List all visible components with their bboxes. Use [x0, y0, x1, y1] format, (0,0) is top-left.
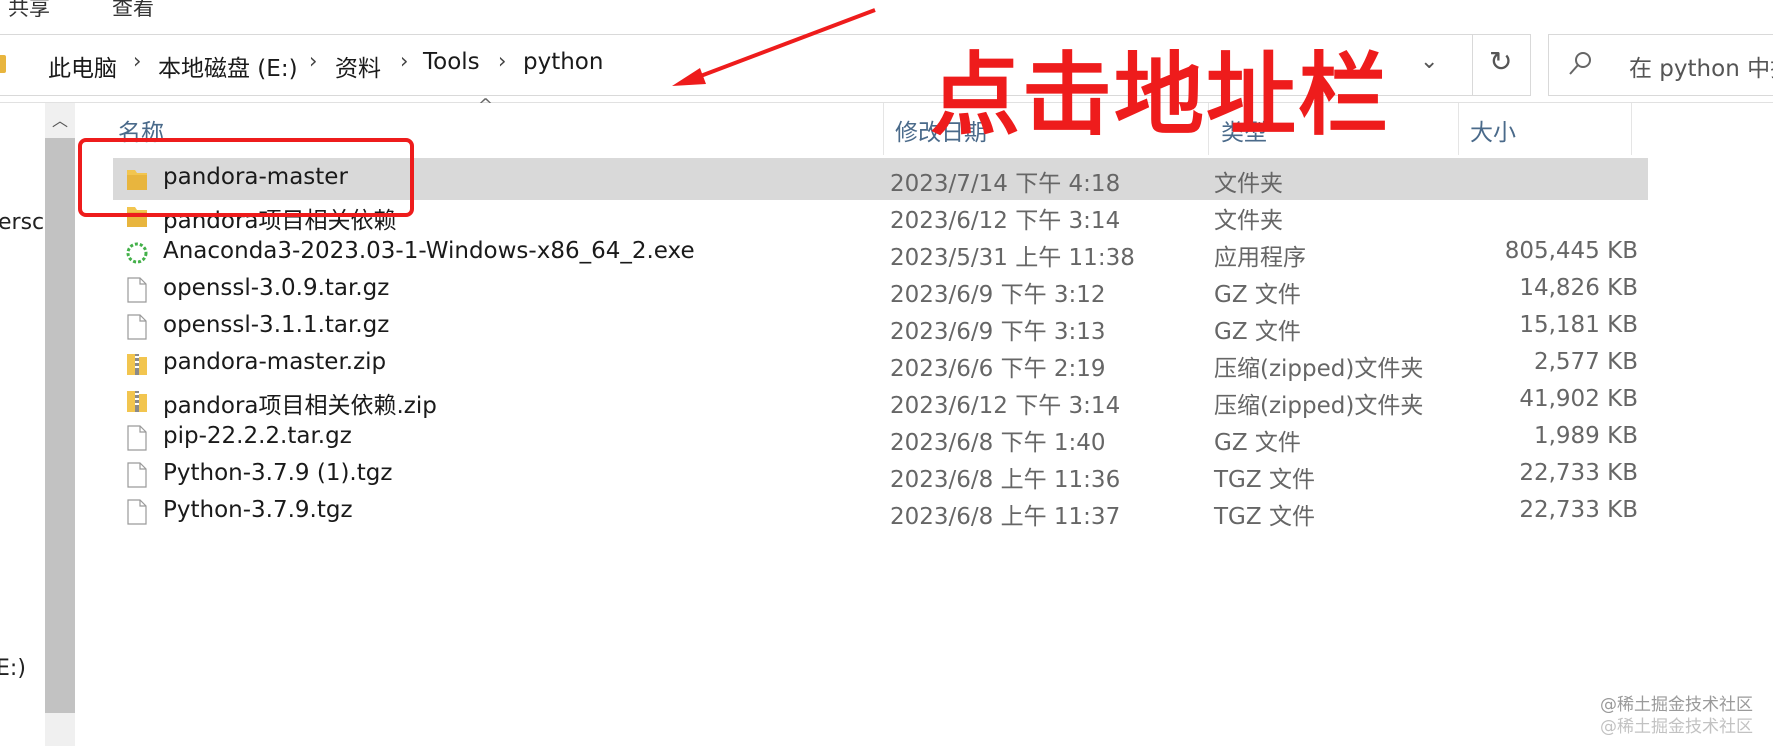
file-type: GZ 文件: [1214, 282, 1301, 308]
nav-scrollbar-thumb[interactable]: [45, 138, 75, 713]
file-name: Anaconda3-2023.03-1-Windows-x86_64_2.exe: [163, 238, 695, 264]
file-row[interactable]: Python-3.7.9.tgz 2023/6/8 上午 11:37 TGZ 文件 2…: [113, 491, 1648, 533]
breadcrumb-tools[interactable]: Tools: [423, 49, 480, 75]
file-type: GZ 文件: [1214, 319, 1301, 345]
file-row[interactable]: pandora-master.zip 2023/6/6 下午 2:19 压缩(zip…: [113, 343, 1648, 385]
file-type: 文件夹: [1214, 171, 1283, 197]
file-modified-date: 2023/6/9 下午 3:13: [890, 319, 1106, 345]
file-row[interactable]: pip-22.2.2.tar.gz 2023/6/8 下午 1:40 GZ 文件 1,…: [113, 417, 1648, 459]
refresh-button[interactable]: ↻: [1473, 34, 1531, 96]
file-modified-date: 2023/6/6 下午 2:19: [890, 356, 1106, 382]
watermark-line: @稀土掘金技术社区: [1600, 717, 1753, 737]
file-modified-date: 2023/6/9 下午 3:12: [890, 282, 1106, 308]
file-modified-date: 2023/6/12 下午 3:14: [890, 208, 1121, 234]
file-modified-date: 2023/6/8 上午 11:37: [890, 504, 1121, 530]
breadcrumb-chevron-icon[interactable]: ›: [309, 49, 317, 73]
address-history-chevron-down-icon[interactable]: ⌄: [1420, 49, 1438, 74]
address-row: 此电脑 › 本地磁盘 (E:) › 资料 › Tools › python ⌄ …: [0, 26, 1773, 103]
column-divider[interactable]: [1458, 103, 1459, 155]
file-size: 2,577 KB: [1533, 349, 1638, 375]
file-type: 应用程序: [1214, 245, 1306, 271]
breadcrumb-chevron-icon[interactable]: ›: [133, 49, 141, 73]
scroll-up-icon[interactable]: ︿: [52, 107, 68, 131]
file-icon: [125, 499, 149, 525]
file-name: openssl-3.1.1.tar.gz: [163, 312, 390, 338]
file-icon: [125, 277, 149, 303]
file-size: 14,826 KB: [1519, 275, 1638, 301]
file-size: 22,733 KB: [1519, 460, 1638, 486]
search-placeholder: 在 python 中搜索: [1629, 56, 1773, 82]
file-name: pip-22.2.2.tar.gz: [163, 423, 352, 449]
file-name: pandora-master.zip: [163, 349, 387, 375]
file-name: pandora项目相关依赖.zip: [163, 393, 437, 419]
annotation-text: 点击地址栏: [930, 43, 1390, 148]
column-divider[interactable]: [1631, 103, 1632, 155]
breadcrumb-ziliao[interactable]: 资料: [335, 49, 381, 83]
file-size: 15,181 KB: [1519, 312, 1638, 338]
annotation-highlight-box: [78, 138, 414, 217]
file-modified-date: 2023/6/8 上午 11:36: [890, 467, 1121, 493]
navigation-pane: ersc E:): [0, 103, 45, 746]
search-field[interactable]: 在 python 中搜索: [1548, 34, 1773, 96]
breadcrumb-local-disk[interactable]: 本地磁盘 (E:): [158, 49, 298, 83]
watermark: @稀土掘金技术社区 @稀土掘金技术社区: [1600, 694, 1753, 738]
file-size: 41,902 KB: [1519, 386, 1638, 412]
breadcrumb-this-pc[interactable]: 此电脑: [48, 49, 117, 83]
file-type: 压缩(zipped)文件夹: [1214, 393, 1424, 419]
zip-folder-icon: [125, 388, 149, 414]
file-modified-date: 2023/6/8 下午 1:40: [890, 430, 1106, 456]
nav-item-fragment[interactable]: ersc: [0, 210, 44, 235]
file-name: Python-3.7.9.tgz: [163, 497, 353, 523]
file-modified-date: 2023/5/31 上午 11:38: [890, 245, 1135, 271]
file-row[interactable]: openssl-3.0.9.tar.gz 2023/6/9 下午 3:12 GZ 文…: [113, 269, 1648, 311]
file-size: 805,445 KB: [1504, 238, 1638, 264]
file-size: 22,733 KB: [1519, 497, 1638, 523]
ribbon: 共享 查看: [0, 0, 1773, 27]
file-type: TGZ 文件: [1214, 467, 1315, 493]
breadcrumb-chevron-icon[interactable]: ›: [400, 49, 408, 73]
file-row[interactable]: pandora项目相关依赖.zip 2023/6/12 下午 3:14 压缩(zip…: [113, 380, 1648, 422]
breadcrumb-python[interactable]: python: [523, 49, 603, 75]
file-modified-date: 2023/7/14 下午 4:18: [890, 171, 1121, 197]
column-header-size[interactable]: 大小: [1470, 113, 1516, 147]
zip-folder-icon: [125, 351, 149, 377]
file-type: GZ 文件: [1214, 430, 1301, 456]
file-icon: [125, 462, 149, 488]
breadcrumb-chevron-icon[interactable]: ›: [498, 49, 506, 73]
ribbon-tab-share[interactable]: 共享: [8, 0, 50, 22]
file-type: 压缩(zipped)文件夹: [1214, 356, 1424, 382]
file-size: 1,989 KB: [1533, 423, 1638, 449]
sort-caret-icon: ^: [478, 95, 494, 116]
column-divider[interactable]: [883, 103, 884, 155]
file-icon: [125, 314, 149, 340]
file-type: TGZ 文件: [1214, 504, 1315, 530]
file-name: Python-3.7.9 (1).tgz: [163, 460, 393, 486]
file-name: openssl-3.0.9.tar.gz: [163, 275, 390, 301]
anaconda-app-icon: [125, 240, 149, 266]
file-type: 文件夹: [1214, 208, 1283, 234]
file-row[interactable]: openssl-3.1.1.tar.gz 2023/6/9 下午 3:13 GZ 文…: [113, 306, 1648, 348]
refresh-icon: ↻: [1489, 45, 1513, 78]
ribbon-tab-view[interactable]: 查看: [112, 0, 154, 22]
nav-scrollbar[interactable]: ︿: [45, 103, 75, 746]
file-icon: [125, 425, 149, 451]
location-folder-icon: [0, 55, 6, 73]
file-modified-date: 2023/6/12 下午 3:14: [890, 393, 1121, 419]
search-icon: [1569, 52, 1591, 75]
file-row[interactable]: Anaconda3-2023.03-1-Windows-x86_64_2.exe…: [113, 232, 1648, 274]
file-row[interactable]: Python-3.7.9 (1).tgz 2023/6/8 上午 11:36 TGZ…: [113, 454, 1648, 496]
watermark-line: @稀土掘金技术社区: [1600, 695, 1753, 715]
nav-item-fragment[interactable]: E:): [0, 656, 26, 681]
